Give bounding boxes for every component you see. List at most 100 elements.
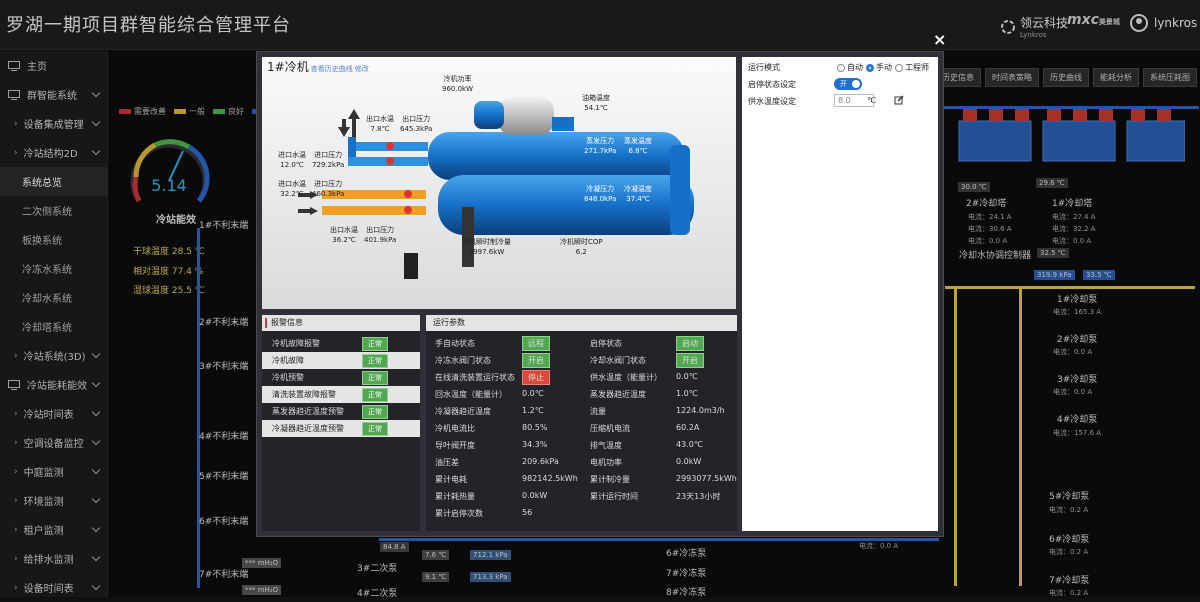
supply-temp-input[interactable]: 8.0 [834,94,874,107]
oil-temp-value: 54.1℃ [584,104,608,112]
param-label: 启停状态 [590,339,622,348]
evap-out-pressure-label: 出口压力 [402,115,431,123]
param-status-badge: 启动 [676,336,704,351]
alarm-label: 冷机故障报警 [272,339,320,348]
alarm-label: 冷凝器趋近温度预警 [272,424,344,433]
evap-in-temp-value: 12.0℃ [280,161,304,169]
alarm-panel: 报警信息 冷机故障报警 正常 冷机故障 正常 冷机预警 正常 清洗装置故障报警 正常 蒸发器趋近… [262,315,420,531]
param-label: 累计耗热量 [435,492,475,501]
param-label: 排气温度 [590,441,622,450]
cond-temp-value: 37.4℃ [626,195,650,203]
param-label: 在线清洗装置运行状态 [435,373,515,382]
cond-temp: 冷凝温度 37.4℃ [624,184,652,204]
operating-params-panel: 运行参数 手自动状态 远程 冷冻水阀门状态 开启 在线清洗装置运行状态 停止 回水温度（能量… [426,315,737,531]
param-status-badge: 停止 [522,370,550,385]
param-value: 0.0kW [522,491,548,500]
alarm-row: 冷机故障报警 正常 [262,335,420,352]
chiller-power: 冷机功率 960.0kW [442,74,473,94]
param-label: 累计运行时间 [590,492,638,501]
param-value: 60.2A [676,423,700,432]
alarm-status-badge: 正常 [362,370,388,385]
evap-temp: 蒸发温度 6.8℃ [624,136,652,156]
param-label: 流量 [590,407,606,416]
switch-label: 启停状态设定 [748,80,796,89]
param-value: 0.0kW [676,457,702,466]
cond-in-pressure: 进口压力 460.3kPa [312,179,344,199]
evap-temp-label: 蒸发温度 [624,137,652,145]
edit-icon[interactable] [894,95,904,105]
param-label: 冷凝器趋近温度 [435,407,491,416]
cond-temp-label: 冷凝温度 [624,185,652,193]
evap-temp-value: 6.8℃ [628,147,648,155]
start-stop-toggle[interactable]: 开 [834,78,862,90]
alarm-label: 蒸发器趋近温度预警 [272,407,344,416]
cond-out-pressure: 出口压力 401.9kPa [364,225,396,245]
param-value: 1224.0m3/h [676,406,725,415]
param-label: 供水温度（能量计） [590,373,662,382]
param-value: 209.6kPa [522,457,559,466]
param-label: 累计电耗 [435,475,467,484]
alarm-label: 冷机故障 [272,356,304,365]
cooling-capacity-value: 5997.6kW [468,248,505,256]
cond-out-pressure-value: 401.9kPa [364,236,397,244]
param-label: 电机功率 [590,458,622,467]
oil-temp: 油箱温度 54.1℃ [582,93,610,113]
param-label: 回水温度（能量计） [435,390,507,399]
alarm-list: 冷机故障报警 正常 冷机故障 正常 冷机预警 正常 清洗装置故障报警 正常 蒸发器趋近温度预警正… [262,335,420,437]
param-label: 冷冻水阀门状态 [435,356,491,365]
evap-in-temp-label: 进口水温 [278,151,306,159]
cond-in-temp: 进口水温 32.2℃ [278,179,306,199]
param-status-badge: 开启 [522,353,550,368]
radio-icon [837,63,845,72]
alarm-row: 蒸发器趋近温度预警 正常 [262,403,420,420]
oil-temp-label: 油箱温度 [582,94,610,102]
evap-out-temp-value: 7.8℃ [370,125,390,133]
mode-radio-option[interactable]: 手动 [866,63,892,72]
alarm-status-badge: 正常 [362,404,388,419]
mode-radio-option[interactable]: 工程师 [895,63,929,72]
evap-out-pressure-value: 645.3kPa [400,125,433,133]
cond-out-pressure-label: 出口压力 [366,226,395,234]
param-value: 1.2℃ [522,406,544,415]
param-label: 累计制冷量 [590,475,630,484]
cond-pressure-value: 848.0kPa [584,195,617,203]
param-label: 冷却水阀门状态 [590,356,646,365]
evap-in-temp: 进口水温 12.0℃ [278,150,306,170]
mode-label: 运行模式 [748,63,780,72]
param-label: 压缩机电流 [590,424,630,433]
evap-in-pressure-label: 进口压力 [314,151,343,159]
mode-radio-option[interactable]: 自动 [837,63,863,72]
settings-panel: 运行模式 自动 手动 工程师 启停状态设定 供水温度设定 ℃ [742,57,938,531]
param-value: 0.0℃ [676,372,698,381]
close-icon[interactable]: × [933,30,946,49]
mode-option-label: 手动 [876,63,892,72]
alarm-status-badge: 正常 [362,336,388,351]
param-status-badge: 开启 [676,353,704,368]
param-value: 34.3% [522,440,548,449]
param-value: 982142.5kWh [522,474,578,483]
param-label: 蒸发器趋近温度 [590,390,646,399]
alarm-panel-title: 报警信息 [262,315,420,331]
chiller-power-label: 冷机功率 [443,75,472,83]
alarm-row: 清洗装置故障报警 正常 [262,386,420,403]
param-value: 43.0℃ [676,440,703,449]
chiller-diagram: 1#冷机 查看历史曲线 修改 2023/07/04 19:03:17 冷机功率 960… [262,57,736,309]
chiller-cop-label: 冷机瞬时COP [560,238,603,246]
param-value: 80.5% [522,423,548,432]
cooling-capacity: 冷机瞬时制冷量 5997.6kW [462,237,511,257]
alarm-label: 冷机预警 [272,373,304,382]
mode-option-label: 自动 [847,63,863,72]
evap-out-pressure: 出口压力 645.3kPa [400,114,432,134]
cond-out-temp-value: 36.2℃ [332,236,356,244]
evap-pressure: 蒸发压力 271.7kPa [584,136,616,156]
cond-in-temp-label: 进口水温 [278,180,306,188]
param-label: 累计启停次数 [435,509,483,518]
param-label: 油压差 [435,458,459,467]
evap-in-pressure-value: 729.2kPa [312,161,345,169]
param-status-badge: 远程 [522,336,550,351]
alarm-row: 冷凝器趋近温度预警 正常 [262,420,420,437]
radio-icon [895,63,903,72]
cond-in-temp-value: 32.2℃ [280,190,304,198]
param-value: 0.0℃ [522,389,544,398]
param-value: 23天13小时 [676,492,721,501]
